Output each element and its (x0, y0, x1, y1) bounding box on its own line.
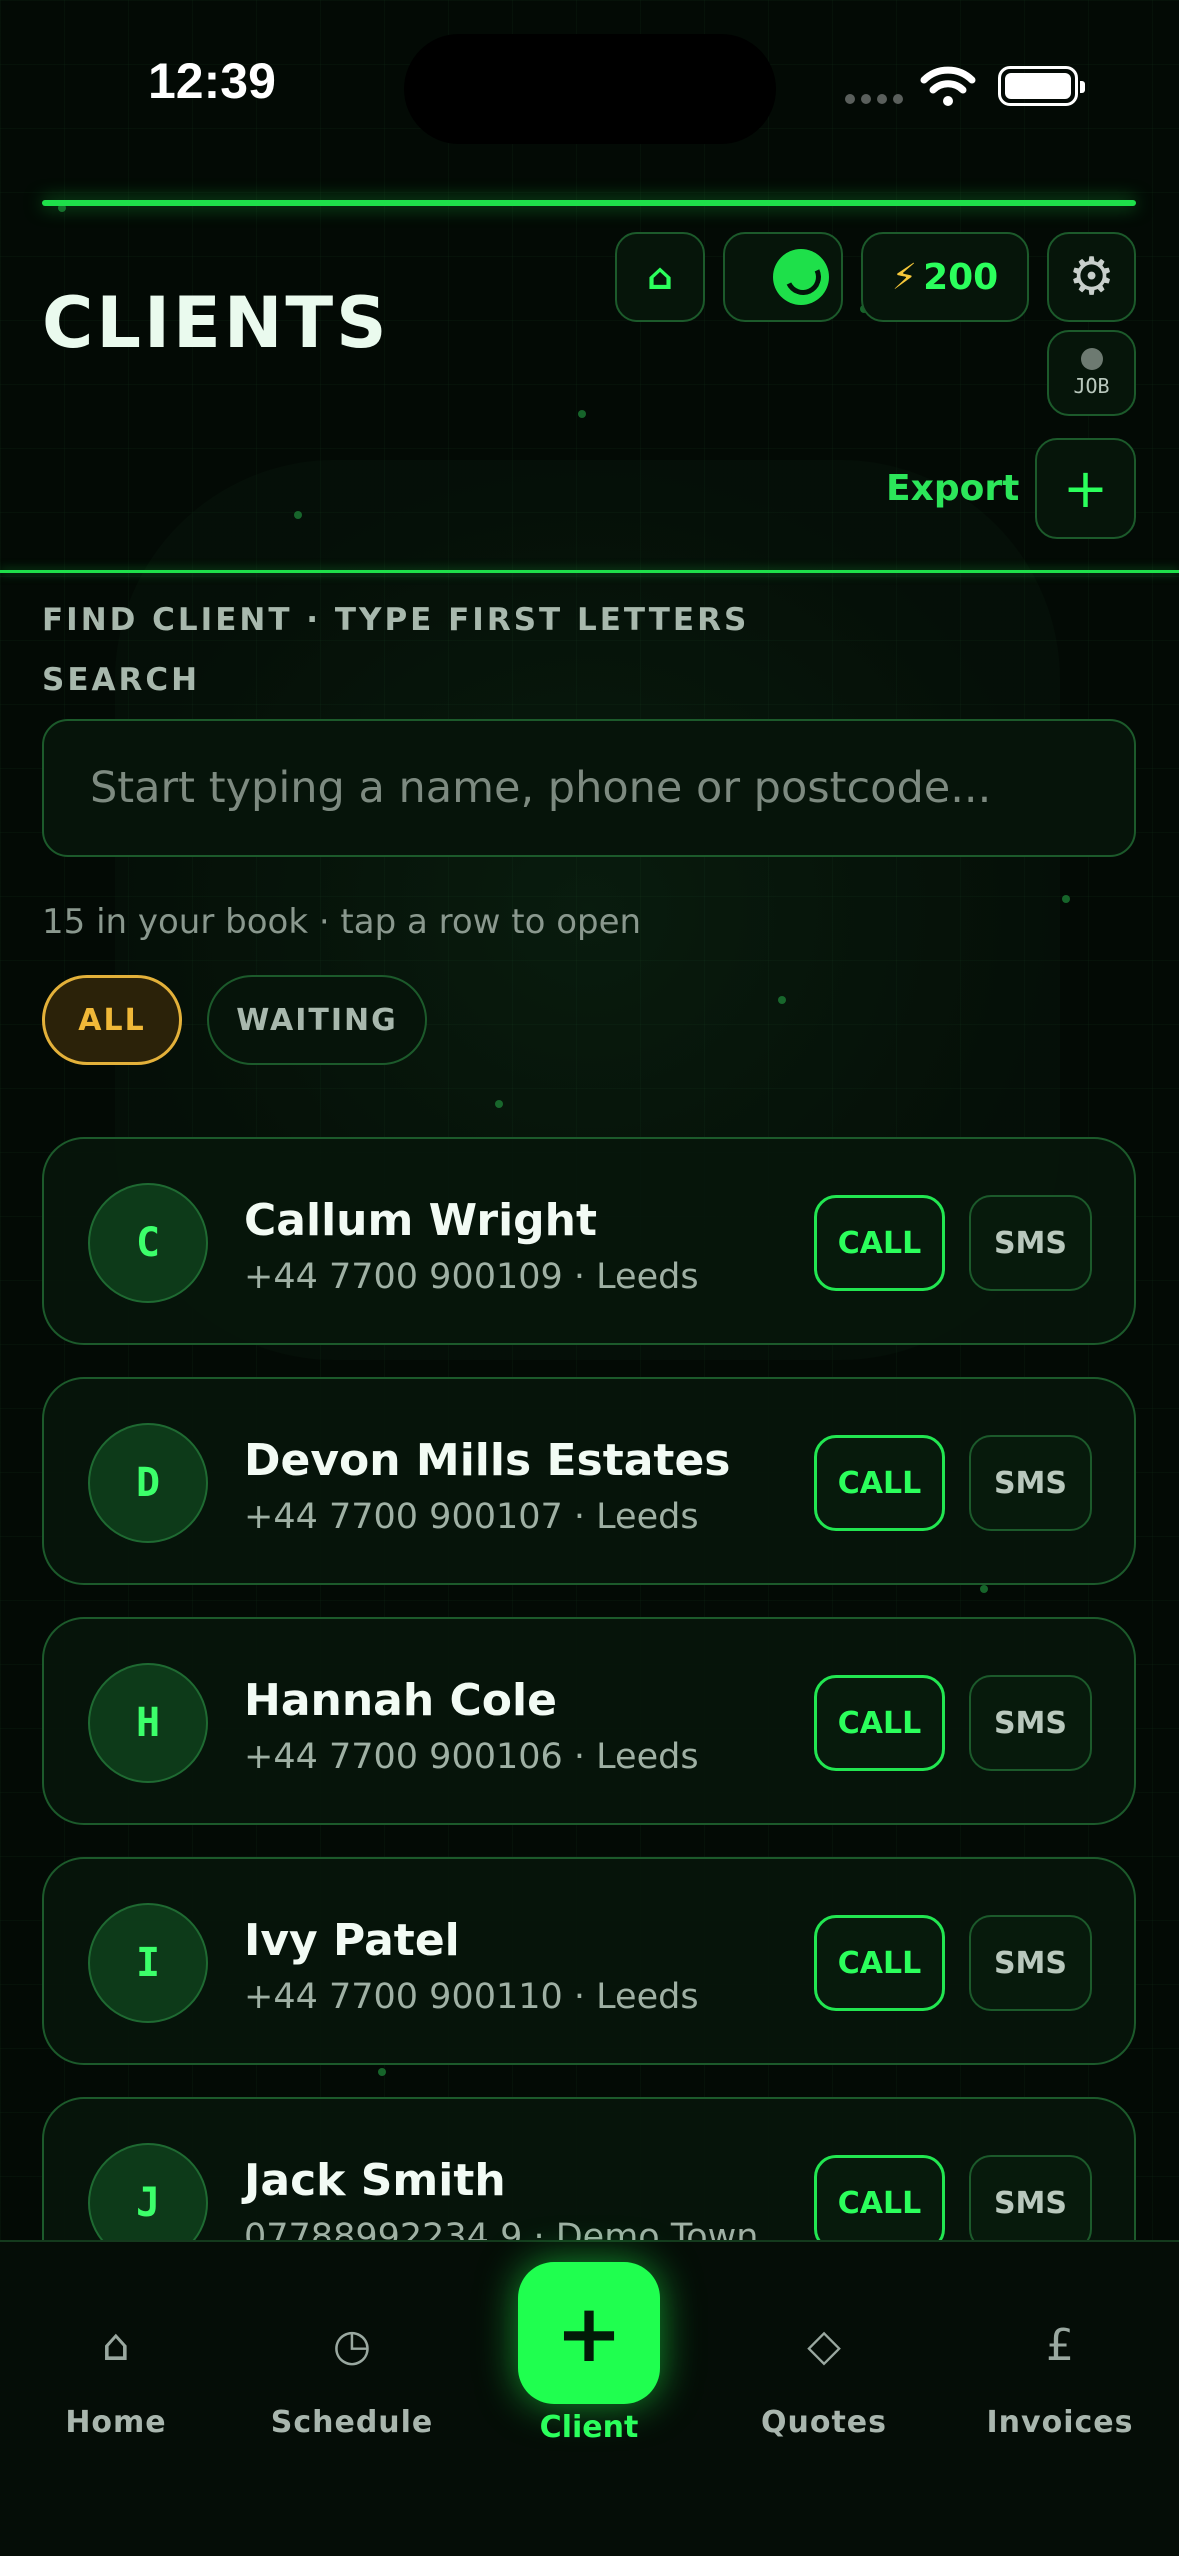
settings-button[interactable]: ⚙ (1047, 232, 1136, 322)
background-dot (980, 1585, 988, 1593)
plus-icon: + (1062, 457, 1109, 520)
diamond-icon: ◇ (807, 2319, 841, 2371)
tab-label: Invoices (986, 2405, 1134, 2440)
avatar: D (88, 1423, 208, 1543)
tab-schedule[interactable]: ◷ Schedule (252, 2315, 452, 2441)
add-client-button[interactable]: + (1035, 438, 1136, 539)
client-name: Hannah Cole (244, 1675, 557, 1726)
gear-icon: ⚙ (1068, 247, 1115, 307)
client-details: +44 7700 900109 · Leeds (244, 1257, 699, 1297)
sms-button[interactable]: SMS (969, 2155, 1092, 2251)
job-toggle[interactable]: JOB (1047, 330, 1136, 416)
background-dot (578, 410, 586, 418)
background-dot (778, 996, 786, 1004)
accent-line (42, 200, 1136, 206)
tab-invoices[interactable]: £ Invoices (960, 2315, 1160, 2441)
sms-button[interactable]: SMS (969, 1675, 1092, 1771)
client-details: +44 7700 900110 · Leeds (244, 1977, 699, 2017)
client-name: Callum Wright (244, 1195, 598, 1246)
search-input[interactable] (42, 719, 1136, 857)
status-time: 12:39 (148, 53, 276, 109)
sms-button[interactable]: SMS (969, 1915, 1092, 2011)
moon-icon (773, 249, 829, 305)
search-label: SEARCH (42, 662, 201, 698)
cellular-signal-icon (845, 94, 903, 104)
pound-icon: £ (1046, 2319, 1074, 2371)
add-client-fab[interactable]: + (518, 2262, 660, 2404)
client-row[interactable]: C Callum Wright +44 7700 900109 · Leeds … (42, 1137, 1136, 1345)
client-count-text: 15 in your book · tap a row to open (42, 902, 642, 942)
client-row[interactable]: H Hannah Cole +44 7700 900106 · Leeds CA… (42, 1617, 1136, 1825)
call-button[interactable]: CALL (814, 1915, 945, 2011)
header-divider (0, 570, 1179, 573)
energy-value: 200 (923, 256, 999, 298)
find-client-label: FIND CLIENT · TYPE FIRST LETTERS (42, 602, 750, 638)
avatar: H (88, 1663, 208, 1783)
tab-label: Quotes (760, 2405, 887, 2440)
plus-icon: + (555, 2286, 623, 2380)
sms-button[interactable]: SMS (969, 1195, 1092, 1291)
tab-quotes[interactable]: ◇ Quotes (724, 2315, 924, 2441)
call-button[interactable]: CALL (814, 2155, 945, 2251)
client-details: +44 7700 900106 · Leeds (244, 1737, 699, 1777)
call-button[interactable]: CALL (814, 1675, 945, 1771)
tab-client-label[interactable]: Client (489, 2410, 689, 2445)
client-name: Devon Mills Estates (244, 1435, 731, 1486)
filter-waiting-chip[interactable]: WAITING (207, 975, 427, 1065)
home-icon: ⌂ (102, 2319, 130, 2371)
call-button[interactable]: CALL (814, 1435, 945, 1531)
client-row[interactable]: I Ivy Patel +44 7700 900110 · Leeds CALL… (42, 1857, 1136, 2065)
call-button[interactable]: CALL (814, 1195, 945, 1291)
client-details: +44 7700 900107 · Leeds (244, 1497, 699, 1537)
clock-icon: ◷ (332, 2319, 372, 2371)
theme-toggle[interactable] (723, 232, 843, 322)
avatar: I (88, 1903, 208, 2023)
background-dot (378, 2068, 386, 2076)
avatar: C (88, 1183, 208, 1303)
tab-label: Home (65, 2405, 167, 2440)
background-dot (1062, 895, 1070, 903)
filter-all-chip[interactable]: ALL (42, 975, 182, 1065)
client-name: Ivy Patel (244, 1915, 460, 1966)
background-dot (495, 1100, 503, 1108)
job-status-dot (1080, 348, 1103, 370)
energy-badge[interactable]: ⚡ 200 (861, 232, 1029, 322)
sms-button[interactable]: SMS (969, 1435, 1092, 1531)
dynamic-island (404, 34, 776, 144)
home-button[interactable]: ⌂ (615, 232, 705, 322)
page-title: CLIENTS (42, 282, 390, 364)
client-name: Jack Smith (244, 2155, 506, 2206)
tab-label: Schedule (270, 2405, 434, 2440)
lightning-icon: ⚡ (891, 256, 918, 298)
tab-home[interactable]: ⌂ Home (16, 2315, 216, 2441)
client-row[interactable]: D Devon Mills Estates +44 7700 900107 · … (42, 1377, 1136, 1585)
home-icon: ⌂ (647, 256, 673, 298)
wifi-icon (920, 66, 976, 112)
export-button[interactable]: Export (886, 468, 1019, 509)
background-dot (294, 511, 302, 519)
battery-icon (998, 66, 1085, 106)
job-label: JOB (1073, 374, 1110, 398)
